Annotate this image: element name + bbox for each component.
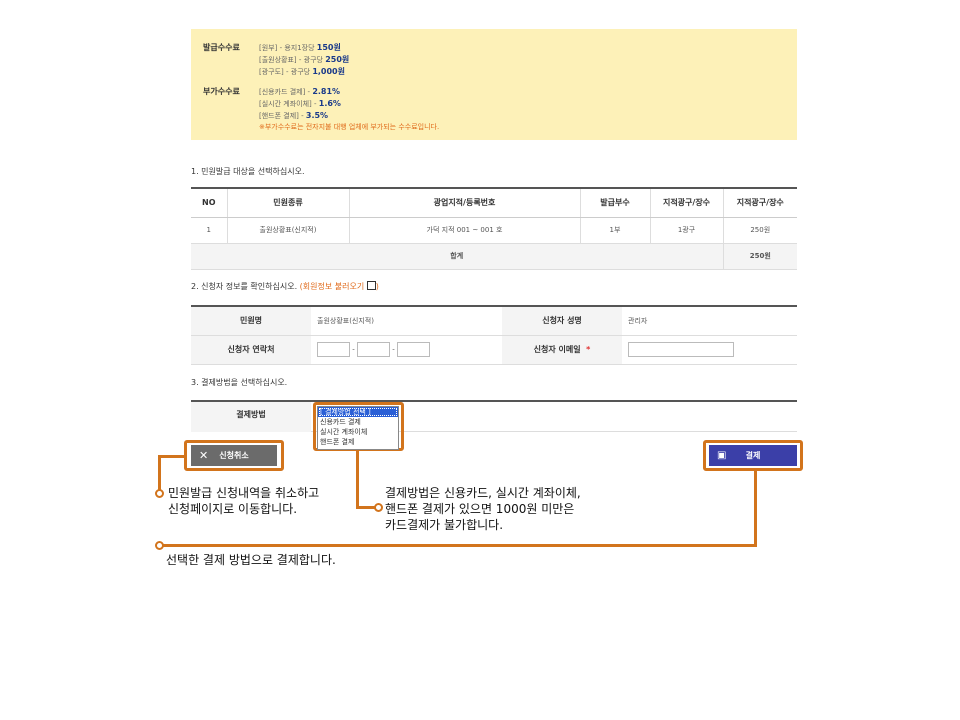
member-info-link-end: )	[375, 282, 379, 291]
pay-button[interactable]: ▣ 결제	[709, 445, 797, 466]
fee-line-text: [신용카드 결제] -	[259, 88, 313, 96]
table-cell: 1광구	[649, 217, 723, 244]
issue-fee-lines: [원부] - 용지1장당 150원 [출원상황표] - 광구당 250원 [광구…	[259, 42, 349, 78]
callout-line: 카드결제가 불가합니다.	[385, 518, 504, 532]
table-cell: 250원	[722, 217, 797, 244]
payment-method-row: 결제방법 [ 결제방법 선택 ] 신용카드 결제 실시간 계좌이체 핸드폰 결제	[191, 400, 797, 450]
section2-title-text: 2. 신청자 정보를 확인하십시오.	[191, 282, 298, 291]
callout-dot-method	[374, 503, 383, 512]
phone-separator: -	[392, 345, 395, 354]
phone-field-1[interactable]	[317, 342, 350, 357]
cancel-button-label: 신청취소	[219, 451, 249, 460]
table-cell: 가덕 지적 001 ~ 001 호	[348, 217, 580, 244]
email-label: 신청자 이메일 *	[502, 335, 622, 365]
callout-line: 선택한 결제 방법으로 결제합니다.	[166, 553, 336, 567]
col-header: NO	[191, 187, 227, 218]
required-mark: *	[586, 345, 591, 354]
callout-method: 결제방법은 신용카드, 실시간 계좌이체, 핸드폰 결제가 있으면 1000원 …	[385, 485, 581, 533]
phone-field-2[interactable]	[357, 342, 390, 357]
col-header: 지적광구/장수	[649, 187, 723, 218]
payment-method-select[interactable]: [ 결제방법 선택 ] 신용카드 결제 실시간 계좌이체 핸드폰 결제	[317, 406, 399, 450]
section2-title: 2. 신청자 정보를 확인하십시오. (회원정보 불러오기 )	[191, 281, 379, 292]
email-cell	[622, 335, 797, 365]
section1-title: 1. 민원발급 대상을 선택하십시오.	[191, 167, 305, 176]
issue-fee-label: 발급수수료	[203, 43, 240, 52]
col-header: 광업지적/등록번호	[348, 187, 580, 218]
callout-line: 핸드폰 결제가 있으면 1000원 미만은	[385, 502, 575, 516]
col-header: 발급부수	[579, 187, 650, 218]
email-label-text: 신청자 이메일	[533, 345, 581, 354]
member-info-checkbox[interactable]	[366, 281, 376, 290]
fee-line-amount: 3.5%	[305, 111, 329, 120]
payment-option[interactable]: [ 결제방법 선택 ]	[318, 407, 398, 417]
fee-line-text: [실시간 계좌이체] -	[259, 100, 319, 108]
callout-line: 민원발급 신청내역을 취소하고	[168, 486, 320, 500]
fee-line-amount: 150원	[316, 43, 341, 52]
member-info-link[interactable]: (회원정보 불러오기	[300, 282, 365, 291]
payment-icon: ▣	[717, 450, 727, 461]
table-cell: 1	[191, 217, 227, 244]
cancel-button[interactable]: ✕ 신청취소	[191, 445, 277, 466]
phone-fields: - -	[311, 335, 502, 365]
close-icon: ✕	[199, 449, 209, 462]
callout-dot-cancel	[155, 489, 164, 498]
phone-field-3[interactable]	[397, 342, 430, 357]
fee-line-amount: 2.81%	[312, 87, 341, 96]
extra-fee-note: ※부가수수료는 전자지불 대행 업체에 부가되는 수수료입니다.	[259, 123, 440, 131]
civil-label: 민원명	[191, 306, 311, 336]
callout-dot-pay	[155, 541, 164, 550]
name-value: 관리자	[622, 306, 797, 336]
pay-button-label: 결제	[745, 451, 761, 460]
table-row: 1 출원상황표(신지적) 가덕 지적 001 ~ 001 호 1부 1광구 25…	[191, 217, 797, 244]
callout-line-pay-h	[160, 544, 757, 547]
fee-line-text: [원부] - 용지1장당	[259, 44, 317, 52]
table-header-row: NO 민원종류 광업지적/등록번호 발급부수 지적광구/장수 지적광구/장수	[191, 187, 797, 218]
email-field[interactable]	[628, 342, 734, 357]
phone-separator: -	[352, 345, 355, 354]
fee-line-text: [출원상황표] - 광구당	[259, 56, 326, 64]
applicant-row: 신청자 연락처 - - 신청자 이메일 *	[191, 335, 797, 365]
phone-label: 신청자 연락처	[191, 335, 311, 365]
payment-option[interactable]: 신용카드 결제	[318, 417, 398, 427]
applicant-table: 민원명 출원상황표(신지적) 신청자 성명 관리자 신청자 연락처 - - 신청…	[191, 305, 797, 365]
fee-line-amount: 1,000원	[312, 67, 345, 76]
sum-row: 합계 250원	[191, 243, 797, 270]
payment-method-label: 결제방법	[191, 402, 311, 432]
payment-option[interactable]: 핸드폰 결제	[318, 437, 398, 447]
fee-line-amount: 250원	[325, 55, 350, 64]
callout-line-pay-v	[754, 471, 757, 547]
callout-line-method-v	[356, 451, 359, 509]
table-cell: 1부	[579, 217, 650, 244]
target-table: NO 민원종류 광업지적/등록번호 발급부수 지적광구/장수 지적광구/장수 1…	[191, 187, 797, 270]
col-header: 민원종류	[226, 187, 349, 218]
fee-line-text: [광구도] - 광구당	[259, 68, 313, 76]
civil-value: 출원상황표(신지적)	[311, 306, 502, 336]
col-header: 지적광구/장수	[722, 187, 797, 218]
sum-value: 250원	[722, 243, 797, 270]
fee-info-box: 발급수수료 [원부] - 용지1장당 150원 [출원상황표] - 광구당 25…	[191, 29, 797, 140]
callout-pay: 선택한 결제 방법으로 결제합니다.	[166, 552, 336, 568]
payment-option[interactable]: 실시간 계좌이체	[318, 427, 398, 437]
applicant-row: 민원명 출원상황표(신지적) 신청자 성명 관리자	[191, 306, 797, 336]
fee-line-amount: 1.6%	[318, 99, 341, 108]
callout-line: 결제방법은 신용카드, 실시간 계좌이체,	[385, 486, 581, 500]
sum-label: 합계	[191, 243, 723, 270]
name-label: 신청자 성명	[502, 306, 622, 336]
callout-cancel: 민원발급 신청내역을 취소하고 신청페이지로 이동합니다.	[168, 485, 319, 517]
extra-fee-label: 부가수수료	[203, 87, 240, 96]
table-cell: 출원상황표(신지적)	[226, 217, 349, 244]
callout-line: 신청페이지로 이동합니다.	[168, 502, 298, 516]
fee-line-text: [핸드폰 결제] -	[259, 112, 306, 120]
extra-fee-lines: [신용카드 결제] - 2.81% [실시간 계좌이체] - 1.6% [핸드폰…	[259, 86, 439, 133]
section3-title: 3. 결제방법을 선택하십시오.	[191, 378, 288, 387]
callout-line-cancel-h	[158, 455, 186, 458]
